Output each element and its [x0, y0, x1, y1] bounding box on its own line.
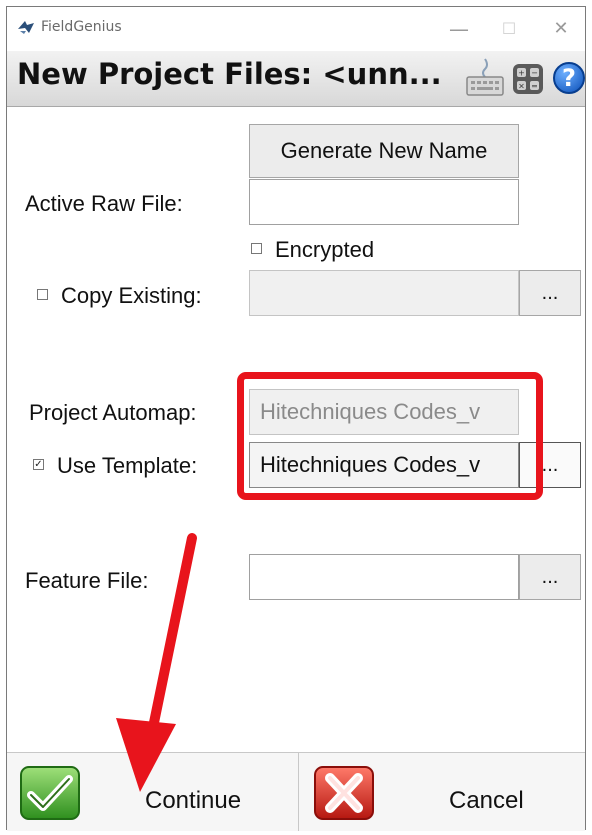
- red-arrow-annotation: [116, 533, 197, 792]
